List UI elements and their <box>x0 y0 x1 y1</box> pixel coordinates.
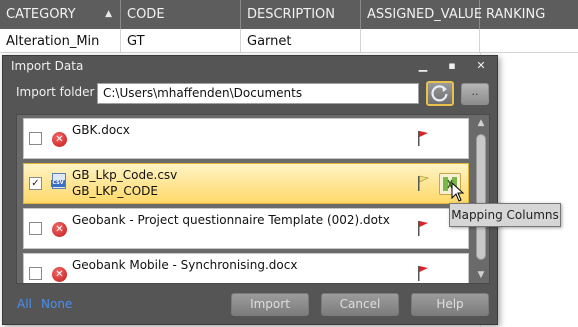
table-row[interactable]: Alteration_Min GT Garnet <box>0 29 578 53</box>
list-item-selected[interactable]: ✓ CSV GB_Lkp_Code.csv GB_LKP_CODE <box>23 163 469 204</box>
yellow-flag-icon[interactable] <box>416 174 430 192</box>
browse-button[interactable]: .. <box>461 83 489 105</box>
refresh-button[interactable] <box>426 81 454 106</box>
select-all-link[interactable]: All <box>17 297 32 311</box>
file-name: GB_Lkp_Code.csv <box>72 168 178 182</box>
col-header-label: ASSIGNED_VALUE <box>367 7 483 22</box>
error-icon: ✕ <box>52 132 67 147</box>
col-header-category[interactable]: CATEGORY ▲ <box>0 0 121 29</box>
dialog-title: Import Data <box>11 59 84 73</box>
col-header-label: CATEGORY <box>6 7 76 22</box>
table-cell[interactable] <box>361 29 480 53</box>
select-none-link[interactable]: None <box>41 297 72 311</box>
item-checkbox[interactable] <box>29 267 42 280</box>
red-flag-icon[interactable] <box>416 219 430 237</box>
help-button[interactable]: Help <box>411 293 489 316</box>
table-cell[interactable] <box>480 29 578 53</box>
tooltip: Mapping Columns <box>449 203 561 227</box>
item-checkbox[interactable] <box>29 222 42 235</box>
error-icon: ✕ <box>52 267 67 282</box>
refresh-icon <box>431 85 448 102</box>
col-header-label: CODE <box>127 7 165 22</box>
sort-ascending-icon: ▲ <box>105 9 112 19</box>
scrollbar-thumb[interactable] <box>476 134 486 260</box>
list-scrollbar[interactable]: ▲ ▼ <box>473 116 489 282</box>
item-checkbox[interactable] <box>29 132 42 145</box>
minimize-icon[interactable]: ▁ <box>414 58 432 74</box>
col-header-label: RANKING <box>486 7 546 22</box>
list-item[interactable]: ✕ Geobank Mobile - Synchronising.docx <box>23 253 469 283</box>
list-item[interactable]: ✕ Geobank - Project questionnaire Templa… <box>23 208 469 249</box>
item-checkbox-checked[interactable]: ✓ <box>29 177 42 190</box>
close-icon[interactable]: ✕ <box>472 58 490 74</box>
col-header-code[interactable]: CODE <box>121 0 241 29</box>
csv-file-icon: CSV <box>51 173 66 189</box>
import-data-dialog: Import Data ▁ ▪ ✕ Import folder C:\Users… <box>2 55 498 325</box>
red-flag-icon[interactable] <box>416 264 430 282</box>
mouse-cursor-icon <box>451 182 465 202</box>
table-cell[interactable]: GT <box>121 29 241 53</box>
list-item[interactable]: ✕ GBK.docx <box>23 118 469 159</box>
file-name: GBK.docx <box>72 123 130 137</box>
import-folder-label: Import folder <box>16 85 95 99</box>
file-list: ✕ GBK.docx ✓ CSV GB_Lkp_Code.csv GB_LKP_… <box>16 114 490 284</box>
grid-header: CATEGORY ▲ CODE DESCRIPTION ASSIGNED_VAL… <box>0 0 578 29</box>
table-name: GB_LKP_CODE <box>72 184 158 198</box>
col-header-description[interactable]: DESCRIPTION <box>241 0 361 29</box>
import-folder-field[interactable]: C:\Users\mhaffenden\Documents <box>97 83 419 104</box>
table-cell[interactable]: Alteration_Min <box>0 29 121 53</box>
maximize-icon[interactable]: ▪ <box>443 58 461 74</box>
red-flag-icon[interactable] <box>416 129 430 147</box>
error-icon: ✕ <box>52 222 67 237</box>
file-name: Geobank Mobile - Synchronising.docx <box>72 258 298 272</box>
col-header-ranking[interactable]: RANKING <box>480 0 578 29</box>
cancel-button[interactable]: Cancel <box>321 293 399 316</box>
col-header-assigned-value[interactable]: ASSIGNED_VALUE <box>361 0 483 29</box>
file-name: Geobank - Project questionnaire Template… <box>72 213 390 227</box>
scroll-down-icon[interactable]: ▼ <box>473 268 489 282</box>
import-button[interactable]: Import <box>231 293 309 316</box>
col-header-label: DESCRIPTION <box>247 7 335 22</box>
table-cell[interactable]: Garnet <box>241 29 361 53</box>
scroll-up-icon[interactable]: ▲ <box>473 116 489 130</box>
